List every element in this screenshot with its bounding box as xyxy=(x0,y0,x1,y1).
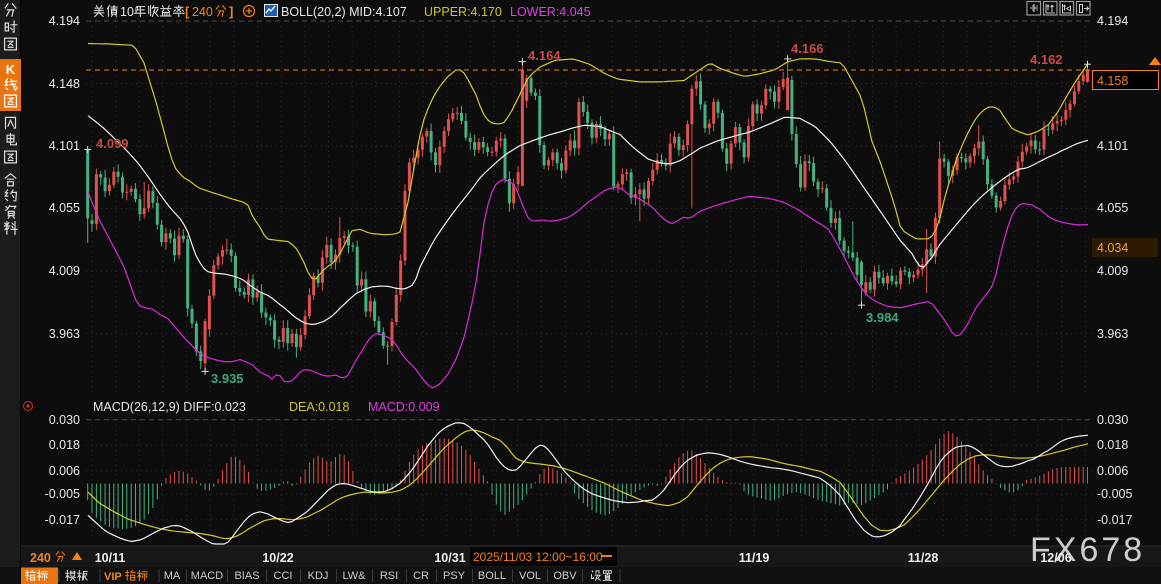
svg-text:MA: MA xyxy=(164,570,181,582)
svg-text:LOWER:4.045: LOWER:4.045 xyxy=(510,5,591,19)
svg-text:]: ] xyxy=(229,4,233,19)
svg-text:DEA:0.018: DEA:0.018 xyxy=(289,400,350,414)
svg-text:0.018: 0.018 xyxy=(1097,438,1128,452)
svg-text:4.099: 4.099 xyxy=(96,136,129,151)
svg-text:4.055: 4.055 xyxy=(49,201,80,215)
svg-text:RSI: RSI xyxy=(380,570,398,582)
svg-text:OBV: OBV xyxy=(553,570,577,582)
svg-text:10/11: 10/11 xyxy=(95,551,126,565)
svg-text:12/06: 12/06 xyxy=(1040,551,1071,565)
svg-text:240: 240 xyxy=(30,551,51,565)
svg-text:11/28: 11/28 xyxy=(908,551,939,565)
svg-text:VIP: VIP xyxy=(104,571,122,583)
svg-text:-0.017: -0.017 xyxy=(1097,513,1132,527)
svg-text:BOLL: BOLL xyxy=(478,570,506,582)
svg-text:4.148: 4.148 xyxy=(49,77,80,91)
svg-text:11/19: 11/19 xyxy=(739,551,770,565)
svg-text:10/22: 10/22 xyxy=(262,551,293,565)
svg-text:LW&: LW& xyxy=(342,570,366,582)
svg-text:3.935: 3.935 xyxy=(211,371,244,386)
svg-text:0.030: 0.030 xyxy=(1097,413,1128,427)
svg-text:[: [ xyxy=(185,4,190,19)
svg-text:3.963: 3.963 xyxy=(1097,327,1128,341)
svg-text:4.194: 4.194 xyxy=(1097,14,1128,28)
svg-text:BIAS: BIAS xyxy=(234,570,259,582)
svg-text:4.164: 4.164 xyxy=(528,48,561,63)
svg-text:-0.005: -0.005 xyxy=(1097,487,1132,501)
svg-text:0.030: 0.030 xyxy=(49,413,80,427)
svg-text:-0.005: -0.005 xyxy=(45,487,80,501)
svg-text:K: K xyxy=(6,62,16,77)
svg-text:MACD:0.009: MACD:0.009 xyxy=(368,400,440,414)
svg-text:4.009: 4.009 xyxy=(1097,264,1128,278)
svg-text:-0.017: -0.017 xyxy=(45,513,80,527)
svg-text:0.018: 0.018 xyxy=(49,438,80,452)
svg-text:4.101: 4.101 xyxy=(1097,139,1128,153)
svg-text:CR: CR xyxy=(413,570,429,582)
svg-text:4.166: 4.166 xyxy=(791,41,824,56)
svg-text:PSY: PSY xyxy=(443,570,466,582)
svg-text:0.006: 0.006 xyxy=(1097,464,1128,478)
svg-text:4.009: 4.009 xyxy=(49,264,80,278)
svg-text:4.055: 4.055 xyxy=(1097,201,1128,215)
svg-text:10/31: 10/31 xyxy=(434,551,465,565)
svg-text:4.158: 4.158 xyxy=(1097,74,1128,88)
svg-text:UPPER:4.170: UPPER:4.170 xyxy=(424,5,502,19)
svg-text:10: 10 xyxy=(120,5,134,19)
svg-text:CCI: CCI xyxy=(274,570,293,582)
svg-text:MACD: MACD xyxy=(191,570,223,582)
svg-text:240: 240 xyxy=(192,5,213,19)
svg-text:KDJ: KDJ xyxy=(308,570,329,582)
svg-text:2025/11/03 12:00~16:00: 2025/11/03 12:00~16:00 xyxy=(473,550,603,564)
svg-text:BOLL(20,2) MID:4.107: BOLL(20,2) MID:4.107 xyxy=(281,5,407,19)
svg-text:4.162: 4.162 xyxy=(1030,52,1063,67)
svg-text:0.006: 0.006 xyxy=(49,464,80,478)
svg-text:3.984: 3.984 xyxy=(866,310,899,325)
svg-text:MACD(26,12,9) DIFF:0.023: MACD(26,12,9) DIFF:0.023 xyxy=(93,400,246,414)
svg-text:4.101: 4.101 xyxy=(49,139,80,153)
svg-text:VOL: VOL xyxy=(519,570,541,582)
svg-text:4.194: 4.194 xyxy=(49,14,80,28)
svg-text:4.034: 4.034 xyxy=(1097,241,1128,255)
svg-text:3.963: 3.963 xyxy=(49,327,80,341)
